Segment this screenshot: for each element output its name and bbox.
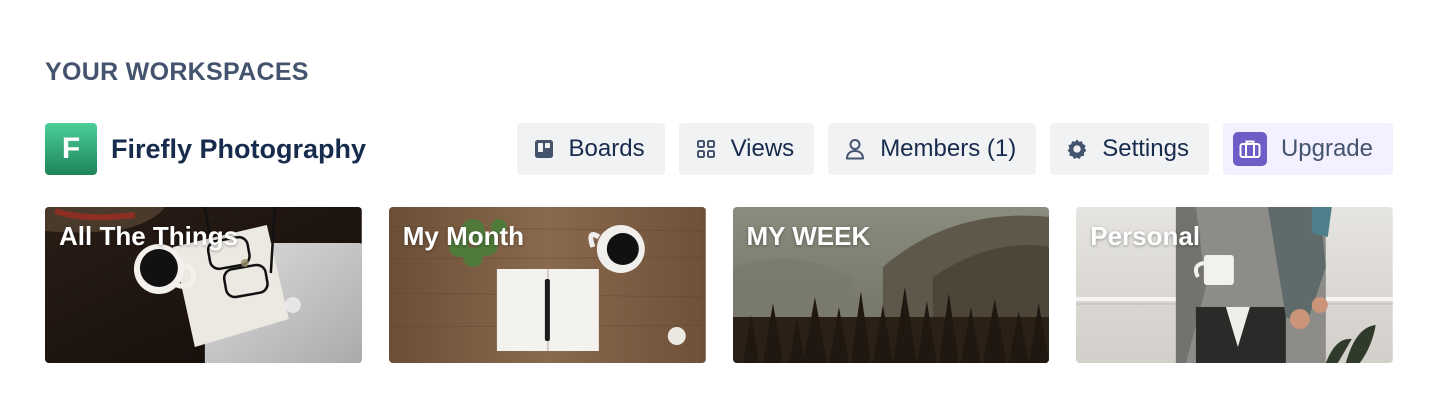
boards-button[interactable]: Boards — [516, 123, 665, 175]
board-list: All The Things My Month MY WEEK Personal — [45, 207, 1393, 363]
board-icon — [533, 138, 555, 160]
members-button-label: Members (1) — [880, 135, 1017, 162]
views-button-label: Views — [730, 135, 795, 162]
board-title: Personal — [1090, 221, 1201, 251]
settings-button[interactable]: Settings — [1050, 123, 1209, 175]
board-title: My Month — [402, 221, 525, 251]
board-tile-my-week[interactable]: MY WEEK — [732, 207, 1050, 363]
board-tile-personal[interactable]: Personal — [1076, 207, 1393, 363]
upgrade-button-label: Upgrade — [1280, 135, 1373, 162]
workspace-avatar[interactable]: F — [45, 123, 97, 175]
workspace-header: F Firefly Photography Boards Views Membe… — [45, 123, 1393, 175]
section-title: YOUR WORKSPACES — [45, 58, 309, 86]
briefcase-icon — [1232, 132, 1267, 166]
settings-button-label: Settings — [1102, 135, 1189, 162]
workspace-actions: Boards Views Members (1) Settings Upgrad… — [516, 123, 1393, 175]
board-tile-my-month[interactable]: My Month — [388, 207, 706, 363]
upgrade-button[interactable]: Upgrade — [1222, 123, 1393, 175]
grid-icon — [695, 138, 717, 160]
workspace-name: Firefly Photography — [111, 134, 367, 164]
board-title: All The Things — [59, 221, 239, 251]
views-button[interactable]: Views — [678, 123, 815, 175]
board-tile-all-the-things[interactable]: All The Things — [45, 207, 362, 363]
person-icon — [844, 138, 866, 160]
board-title: MY WEEK — [746, 221, 871, 251]
boards-button-label: Boards — [568, 135, 645, 162]
members-button[interactable]: Members (1) — [828, 123, 1037, 175]
gear-icon — [1066, 138, 1088, 160]
